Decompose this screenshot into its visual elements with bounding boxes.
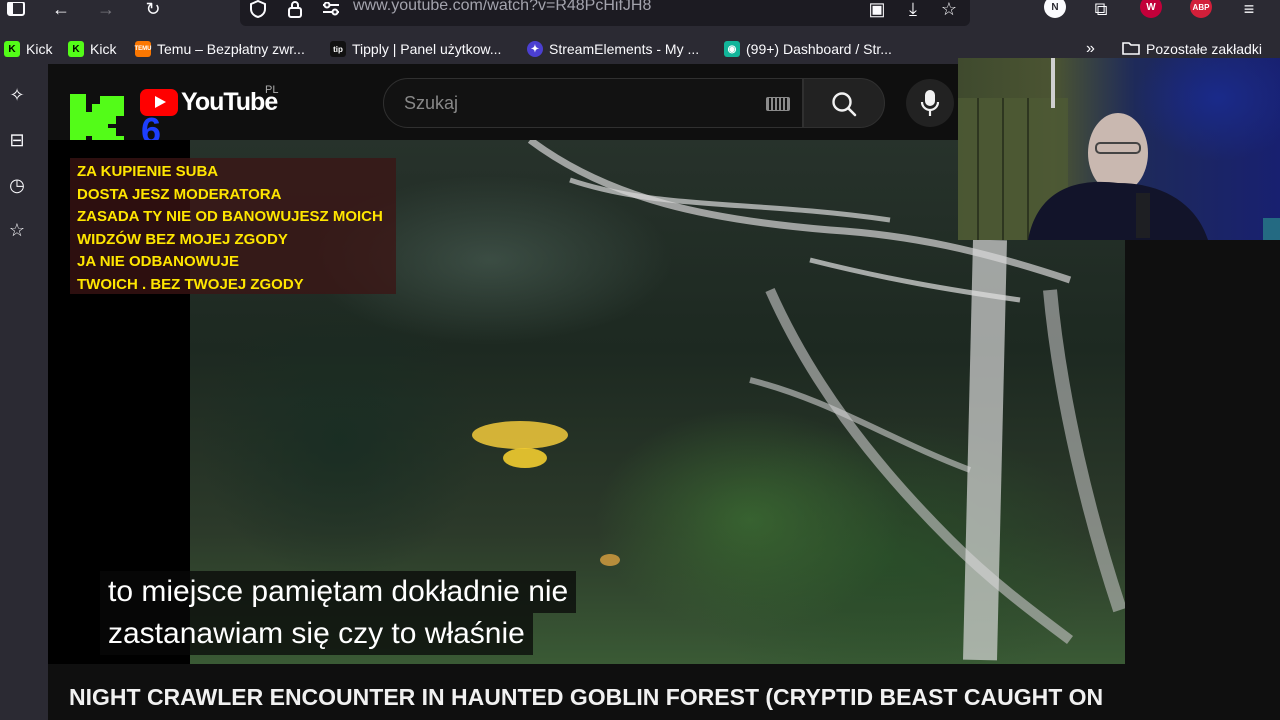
ai-chat-icon[interactable]: ✧ — [6, 84, 28, 106]
bookmark-label: StreamElements - My ... — [549, 41, 700, 57]
forward-icon[interactable]: → — [95, 0, 117, 19]
synced-tabs-icon[interactable]: ⊟ — [6, 129, 28, 151]
bookmark-label: Kick — [26, 41, 53, 57]
browser-toolbar: ← → ↻ www.youtube.com/watch?v=R48PcHifJH… — [0, 0, 1280, 32]
adblock-plus-icon[interactable]: ABP — [1190, 0, 1212, 18]
overlay-line: JA NIE ODBANOWUJE — [77, 253, 239, 270]
kick-icon: K — [4, 41, 20, 57]
overlay-line: WIDZÓW BEZ MOJEJ ZGODY — [77, 230, 288, 248]
bookmark-star-icon[interactable]: ☆ — [938, 0, 960, 19]
overlay-line: ZASADA TY NIE OD BANOWUJESZ MOICH — [77, 208, 383, 225]
kick-icon: K — [68, 41, 84, 57]
temu-icon: TEMU — [135, 41, 152, 57]
bookmark-kick-2[interactable]: K Kick — [68, 38, 116, 60]
bookmark-kick-1[interactable]: K Kick — [4, 38, 52, 60]
webcam-overlay — [958, 58, 1280, 240]
folder-icon — [1122, 41, 1140, 58]
webcam-person-image — [958, 58, 1280, 240]
search-icon — [832, 92, 857, 117]
bookmarks-star-icon[interactable]: ☆ — [6, 219, 28, 241]
account-avatar[interactable]: N — [1044, 0, 1066, 18]
overlay-line: DOSTA JESZ MODERATORA — [77, 185, 282, 203]
tipply-icon: tip — [330, 41, 346, 57]
bookmark-label: Tipply | Panel użytkow... — [352, 41, 502, 57]
youtube-region-label: PL — [265, 84, 279, 96]
reload-icon[interactable]: ↻ — [142, 0, 164, 19]
extensions-icon[interactable]: ⧉ — [1090, 0, 1112, 19]
youtube-play-logo-icon[interactable] — [140, 89, 178, 116]
browser-sidebar: ✧ ⊟ ◷ ☆ — [0, 64, 48, 720]
sidebar-toggle-icon[interactable] — [6, 0, 26, 18]
stream-overlay-rules: ZA KUPIENIE SUBA DOSTA JESZ MODERATORA Z… — [70, 158, 396, 294]
youtube-logo-text[interactable]: YouTube — [181, 88, 278, 117]
lock-icon[interactable] — [285, 0, 305, 18]
bookmarks-overflow-icon[interactable]: » — [1086, 38, 1095, 60]
keyboard-icon[interactable] — [766, 97, 790, 111]
screen: ← → ↻ www.youtube.com/watch?v=R48PcHifJH… — [0, 0, 1280, 720]
shield-icon[interactable] — [248, 0, 268, 18]
back-icon[interactable]: ← — [50, 0, 72, 19]
other-bookmarks-folder[interactable]: Pozostałe zakładki — [1122, 38, 1262, 60]
search-placeholder: Szukaj — [404, 93, 459, 113]
menu-icon[interactable]: ≡ — [1238, 0, 1260, 19]
bookmark-discord[interactable]: ◉ (99+) Dashboard / Str... — [724, 38, 892, 60]
wykop-extension-icon[interactable]: W — [1140, 0, 1162, 18]
permissions-icon[interactable] — [320, 0, 342, 18]
discord-icon: ◉ — [724, 41, 740, 57]
subtitle-line: to miejsce pamiętam dokładnie nie — [100, 571, 577, 613]
overlay-line: TWOICH . BEZ TWOJEJ ZGODY — [77, 275, 304, 293]
subtitle-line: zastanawiam się czy to właśnie — [100, 613, 533, 655]
video-title: NIGHT CRAWLER ENCOUNTER IN HAUNTED GOBLI… — [69, 684, 1104, 710]
abp-label: ABP — [1192, 2, 1210, 12]
bookmark-label: (99+) Dashboard / Str... — [746, 41, 892, 57]
bookmark-temu[interactable]: TEMU Temu – Bezpłatny zwr... — [135, 38, 305, 60]
other-bookmarks-label: Pozostałe zakładki — [1146, 41, 1262, 57]
reader-view-icon[interactable]: ▣ — [866, 0, 888, 19]
bookmark-streamelements[interactable]: ✦ StreamElements - My ... — [527, 38, 699, 60]
url-text[interactable]: www.youtube.com/watch?v=R48PcHifJH8 — [353, 0, 651, 15]
search-button[interactable] — [803, 78, 885, 128]
history-icon[interactable]: ◷ — [6, 174, 28, 196]
subtitles: to miejsce pamiętam dokładnie nie zastan… — [100, 571, 577, 655]
streamelements-icon: ✦ — [527, 41, 543, 57]
bookmark-label: Kick — [90, 41, 117, 57]
account-initial: N — [1051, 1, 1059, 13]
bookmark-label: Temu – Bezpłatny zwr... — [157, 41, 305, 57]
save-page-icon[interactable]: ⤓ — [902, 0, 924, 19]
microphone-icon — [920, 90, 940, 116]
voice-search-button[interactable] — [906, 79, 954, 127]
overlay-line: ZA KUPIENIE SUBA — [77, 163, 219, 180]
bookmark-tipply[interactable]: tip Tipply | Panel użytkow... — [330, 38, 501, 60]
